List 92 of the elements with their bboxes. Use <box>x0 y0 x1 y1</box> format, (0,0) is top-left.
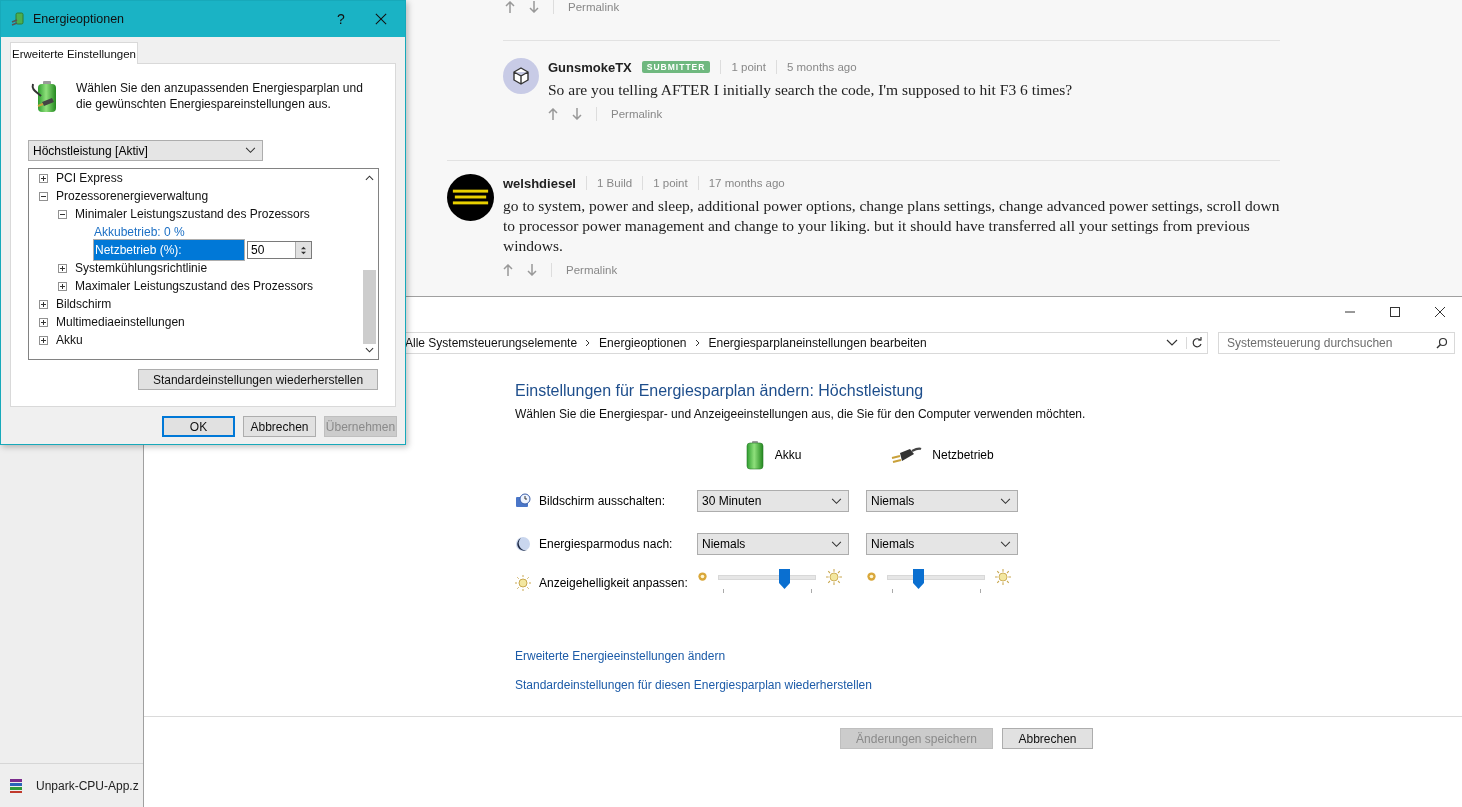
expand-icon[interactable] <box>39 317 48 327</box>
username[interactable]: welshdiesel <box>503 175 576 191</box>
settings-link[interactable]: Standardeinstellungen für diesen Energiesparplan wiederherstellen <box>515 678 872 693</box>
setting-label: Energiesparmodus nach: <box>539 537 673 551</box>
expand-icon[interactable] <box>39 335 48 345</box>
bright-brightness-icon <box>826 569 842 585</box>
sun-icon <box>515 575 531 591</box>
dropdown[interactable]: Niemals <box>697 533 849 555</box>
tree-item[interactable]: Bildschirm <box>55 295 113 313</box>
tree-item[interactable]: Akku <box>55 331 84 349</box>
expand-icon[interactable] <box>58 281 67 291</box>
column-heading: Akku <box>774 448 802 462</box>
plug-icon <box>890 445 923 465</box>
comment-meta: 5 months ago <box>786 61 857 73</box>
breadcrumb-item[interactable]: Energiesparplaneinstellungen bearbeiten <box>708 336 927 350</box>
restore-defaults-button[interactable]: Standardeinstellungen wiederherstellen <box>138 369 378 390</box>
collapse-icon[interactable] <box>39 191 48 201</box>
expand-icon[interactable] <box>58 263 67 273</box>
breadcrumb-item[interactable]: Energieoptionen <box>599 336 687 350</box>
expand-icon[interactable] <box>39 299 48 309</box>
comment-meta: 1 Build <box>597 177 633 189</box>
dialog-button[interactable]: Abbrechen <box>243 416 316 437</box>
help-button[interactable]: ? <box>333 11 349 27</box>
collapse-icon[interactable] <box>58 209 67 219</box>
upvote-icon[interactable] <box>505 1 515 13</box>
submitter-badge: SUBMITTER <box>641 61 711 73</box>
plan-dropdown[interactable]: Höchstleistung [Aktiv] <box>28 140 263 161</box>
close-icon[interactable] <box>375 13 387 25</box>
upvote-icon[interactable] <box>548 108 558 120</box>
scroll-down-icon[interactable] <box>365 347 374 353</box>
monitor-clock-icon <box>515 493 531 509</box>
comment-meta: 1 point <box>731 61 766 73</box>
caret-icon <box>245 147 256 154</box>
dialog-title: Energieoptionen <box>33 12 125 26</box>
tree-item[interactable]: Netzbetrieb (%): <box>93 239 245 261</box>
downvote-icon[interactable] <box>529 1 539 13</box>
bright-brightness-icon <box>995 569 1011 585</box>
dialog-description: Wählen Sie den anzupassenden Energiesparplan und die gewünschten Energiespareinstellungen aus. <box>76 80 364 113</box>
footer-button[interactable]: Abbrechen <box>1002 728 1093 749</box>
search-field[interactable]: Systemsteuerung durchsuchen <box>1218 332 1455 354</box>
breadcrumb-item[interactable]: Alle Systemsteuerungselemente <box>405 336 578 350</box>
battery-icon <box>744 440 765 470</box>
comment-text: go to system, power and sleep, additional power options, change plans settings, change advanced power settings, scroll down to processor power management and change to your liking. but it should have transferred all your settings from previous windows. <box>503 196 1280 256</box>
tree-item[interactable]: Maximaler Leistungszustand des Prozessors <box>74 277 315 295</box>
dropdown-icon[interactable] <box>1166 338 1178 348</box>
tab[interactable]: Erweiterte Einstellungen <box>10 42 138 64</box>
settings-link[interactable]: Erweiterte Energieeinstellungen ändern <box>515 649 726 664</box>
download-filename[interactable]: Unpark-CPU-App.z <box>36 778 139 793</box>
page-heading: Einstellungen für Energiesparplan ändern: Höchstleistung <box>515 381 925 401</box>
username[interactable]: GunsmokeTX <box>548 59 632 75</box>
setting-label: Bildschirm ausschalten: <box>539 494 666 508</box>
dropdown[interactable]: Niemals <box>866 490 1018 512</box>
dialog-button[interactable]: OK <box>162 416 235 437</box>
dropdown[interactable]: Niemals <box>866 533 1018 555</box>
dropdown[interactable]: 30 Minuten <box>697 490 849 512</box>
comment-text: So are you telling AFTER I initially search the code, I'm supposed to hit F3 6 times? <box>548 80 1074 100</box>
number-spinner[interactable]: 50 <box>247 241 312 259</box>
comment-meta: 1 point <box>653 177 688 189</box>
tree-item[interactable]: Minimaler Leistungszustand des Prozessors <box>74 205 311 223</box>
chevron-icon <box>585 339 592 347</box>
spin-down-icon[interactable] <box>300 250 307 256</box>
caret-icon <box>831 540 842 548</box>
expand-icon[interactable] <box>39 173 48 183</box>
scroll-up-icon[interactable] <box>365 175 374 181</box>
caret-icon <box>1000 497 1011 505</box>
tree-item[interactable]: Akkubetrieb: 0 % <box>93 223 186 241</box>
page-description: Wählen Sie die Energiespar- und Anzeigeeinstellungen aus, die Sie für den Computer verwenden möchten. <box>515 406 1087 422</box>
column-heading: Netzbetrieb <box>932 448 994 462</box>
dim-brightness-icon <box>866 571 877 582</box>
tree-item[interactable]: PCI Express <box>55 169 124 187</box>
caret-icon <box>831 497 842 505</box>
avatar <box>503 58 539 94</box>
spin-up-icon[interactable] <box>300 244 307 250</box>
setting-label: Anzeigehelligkeit anpassen: <box>539 576 688 590</box>
tree-item[interactable]: Prozessorenergieverwaltung <box>55 187 210 205</box>
archive-icon[interactable] <box>8 777 24 794</box>
chevron-icon <box>694 339 701 347</box>
caret-icon <box>1000 540 1011 548</box>
tree-item[interactable]: Multimediaeinstellungen <box>55 313 186 331</box>
upvote-icon[interactable] <box>503 264 513 276</box>
brightness-slider[interactable] <box>718 569 816 595</box>
downvote-icon[interactable] <box>572 108 582 120</box>
brightness-slider[interactable] <box>887 569 985 595</box>
moon-icon <box>515 536 531 552</box>
tree-item[interactable]: Systemkühlungsrichtlinie <box>74 259 209 277</box>
slider-thumb[interactable] <box>913 569 925 589</box>
comment-meta: 17 months ago <box>708 177 785 189</box>
power-options-icon <box>11 11 27 27</box>
downvote-icon[interactable] <box>527 264 537 276</box>
dim-brightness-icon <box>697 571 708 582</box>
search-icon[interactable] <box>1436 337 1448 349</box>
slider-thumb[interactable] <box>778 569 790 589</box>
